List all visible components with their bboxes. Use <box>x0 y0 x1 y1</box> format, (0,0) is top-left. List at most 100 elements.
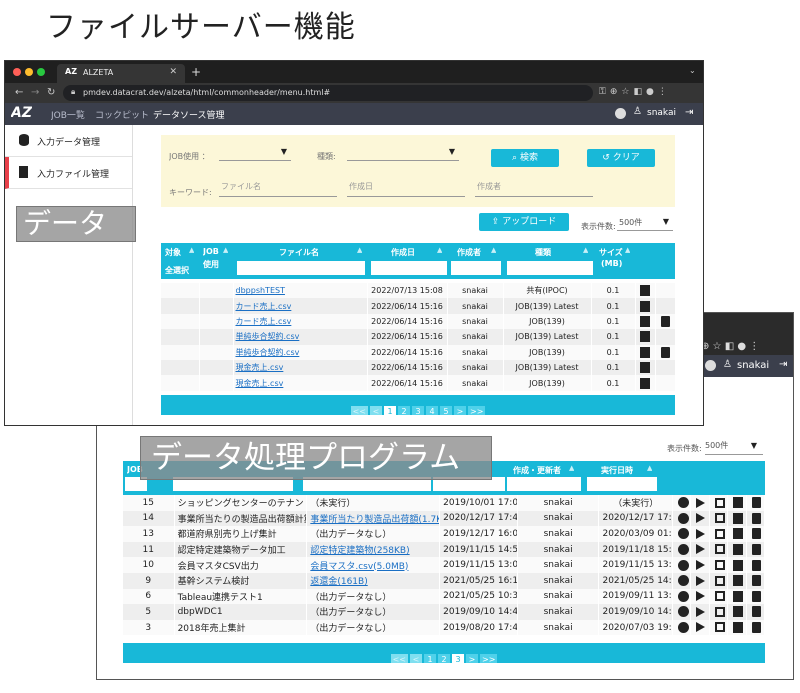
page-button[interactable]: 3 <box>412 406 424 415</box>
user-name[interactable]: snakai <box>647 108 676 118</box>
trash-icon[interactable] <box>751 559 761 571</box>
job-name-cell[interactable]: 基幹システム検討 <box>174 572 308 589</box>
display-count-select[interactable]: 500件 ▼ <box>617 213 673 231</box>
job-filter-select[interactable]: ▼ <box>219 145 291 161</box>
play-icon[interactable] <box>696 497 706 508</box>
edit-icon[interactable] <box>714 591 725 602</box>
edit-icon[interactable] <box>714 559 725 570</box>
trash-icon[interactable] <box>751 497 761 509</box>
creator-input[interactable]: 作成者 <box>475 175 593 197</box>
file-name-link[interactable]: カード売上.csv <box>236 302 292 311</box>
user-icon[interactable]: ♙ <box>633 106 642 117</box>
page-nav-button[interactable]: >> <box>480 654 498 663</box>
filter-input-creator[interactable] <box>507 477 581 491</box>
sidebar-item-input-data[interactable]: 入力データ管理 <box>5 125 132 157</box>
copy-icon[interactable] <box>733 559 744 571</box>
target-cell[interactable] <box>161 298 200 314</box>
play-icon[interactable] <box>696 544 706 555</box>
copy-icon[interactable] <box>733 590 744 602</box>
play-icon[interactable] <box>696 513 706 524</box>
nav-job-list[interactable]: JOB一覧 <box>51 108 85 121</box>
app-logo[interactable]: AZ <box>11 105 32 121</box>
page-nav-button[interactable]: << <box>350 406 368 415</box>
trash-icon[interactable] <box>751 606 761 618</box>
filter-input-exec[interactable] <box>587 477 657 491</box>
logout-icon[interactable]: ⇥ <box>779 359 787 370</box>
output-link[interactable]: 返還金(161B) <box>310 577 367 587</box>
copy-icon[interactable] <box>640 285 650 297</box>
sort-icon-file[interactable]: ▲ <box>357 246 362 254</box>
file-name-link[interactable]: dbppshTEST <box>236 286 285 295</box>
sort-icon-date[interactable]: ▲ <box>437 246 442 254</box>
page-nav-button[interactable]: < <box>410 654 422 663</box>
edit-icon[interactable] <box>714 575 725 586</box>
file-name-link[interactable]: 単純歩合契約.csv <box>233 344 368 360</box>
filter-input-date[interactable] <box>371 261 447 275</box>
job-name-cell[interactable]: 都道府県別売り上げ集計 <box>174 526 308 542</box>
tab-close-icon[interactable]: ✕ <box>169 67 177 77</box>
window-minimize-dot[interactable] <box>25 68 33 76</box>
info-icon[interactable] <box>678 512 690 524</box>
sort-icon-creator[interactable]: ▲ <box>569 464 574 472</box>
nav-datasource[interactable]: データソース管理 <box>153 108 225 121</box>
edit-icon[interactable] <box>714 544 725 555</box>
copy-icon[interactable] <box>733 512 744 524</box>
page-button[interactable]: 1 <box>384 406 396 415</box>
file-name-link[interactable]: 現金売上.csv <box>236 379 284 388</box>
browser-tab[interactable]: AZ ALZETA ✕ <box>57 64 185 83</box>
upload-button[interactable]: ⇪ アップロード <box>479 213 569 231</box>
edit-icon[interactable] <box>714 606 725 617</box>
page-nav-button[interactable]: > <box>454 406 466 415</box>
trash-icon[interactable] <box>751 528 761 540</box>
kind-filter-select[interactable]: ▼ <box>347 145 459 161</box>
play-icon[interactable] <box>696 559 706 570</box>
address-bar[interactable]: 🔒︎ pmdev.datacrat.dev/alzeta/html/common… <box>63 85 593 101</box>
file-name-link[interactable]: 現金売上.csv <box>233 375 368 391</box>
file-name-link[interactable]: 単純歩合契約.csv <box>233 329 368 345</box>
page-nav-button[interactable]: < <box>370 406 382 415</box>
file-name-link[interactable]: 単純歩合契約.csv <box>236 348 300 357</box>
window-zoom-dot[interactable] <box>37 68 45 76</box>
sort-icon-size[interactable]: ▲ <box>625 246 630 254</box>
display-count-select[interactable]: 500件 ▼ <box>705 437 763 455</box>
page-button[interactable]: 5 <box>440 406 452 415</box>
target-cell[interactable] <box>161 313 200 330</box>
output-link[interactable]: 事業所当たり製造品出荷額(1.7KB) <box>310 515 438 525</box>
output-link[interactable]: 会員マスタ.csv(5.0MB) <box>310 562 408 572</box>
job-name-cell[interactable]: ショッピングセンターのテナント… <box>174 495 308 511</box>
job-name-cell[interactable]: 2018年売上集計 <box>174 619 308 636</box>
trash-icon[interactable] <box>751 622 761 634</box>
sort-icon-kind[interactable]: ▲ <box>583 246 588 254</box>
file-name-link[interactable]: カード売上.csv <box>233 313 368 330</box>
forward-icon[interactable]: → <box>31 87 39 98</box>
info-icon[interactable] <box>678 528 690 540</box>
copy-icon[interactable] <box>640 377 650 389</box>
logout-icon[interactable]: ⇥ <box>685 107 693 118</box>
sidebar-item-input-file[interactable]: 入力ファイル管理 <box>5 157 132 189</box>
file-name-input[interactable]: ファイル名 <box>219 175 337 197</box>
edit-icon[interactable] <box>714 622 725 633</box>
sort-icon-target[interactable]: ▲ <box>189 246 194 254</box>
page-nav-button[interactable]: >> <box>468 406 486 415</box>
file-name-link[interactable]: 現金売上.csv <box>233 359 368 376</box>
copy-icon[interactable] <box>733 575 744 587</box>
play-icon[interactable] <box>696 591 706 602</box>
trash-icon[interactable] <box>751 544 761 556</box>
page-button[interactable]: 4 <box>426 406 438 415</box>
edit-icon[interactable] <box>714 513 725 524</box>
target-cell[interactable] <box>161 283 200 299</box>
trash-icon[interactable] <box>751 512 761 524</box>
target-cell[interactable] <box>161 329 200 345</box>
search-button[interactable]: ⌕ 検索 <box>491 149 559 167</box>
output-link[interactable]: 認定特定建築物(258KB) <box>310 546 409 556</box>
play-icon[interactable] <box>696 606 706 617</box>
target-cell[interactable] <box>161 359 200 376</box>
info-icon[interactable] <box>678 622 690 634</box>
page-button[interactable]: 1 <box>424 654 436 663</box>
file-name-link[interactable]: dbppshTEST <box>233 283 368 299</box>
copy-icon[interactable] <box>640 331 650 343</box>
trash-icon[interactable] <box>660 315 670 327</box>
file-name-link[interactable]: カード売上.csv <box>233 298 368 314</box>
page-button[interactable]: 2 <box>398 406 410 415</box>
filter-input-kind[interactable] <box>507 261 593 275</box>
